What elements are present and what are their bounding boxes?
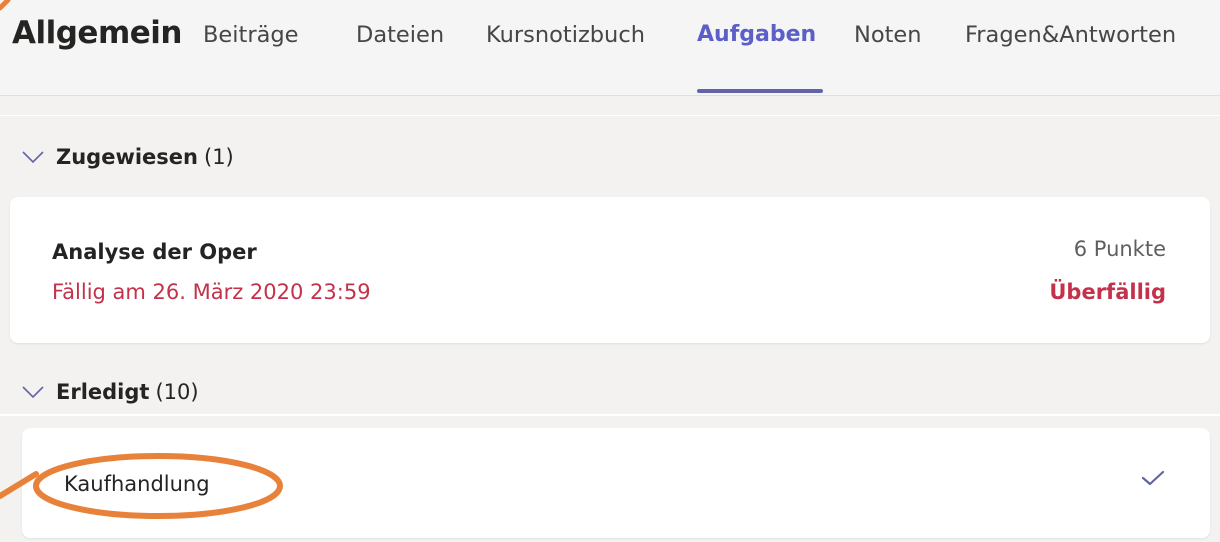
section-assigned-header[interactable]: Zugewiesen (1)	[22, 145, 234, 169]
header-divider	[0, 96, 1220, 116]
checkmark-icon	[1142, 470, 1164, 486]
tab-posts[interactable]: Beiträge	[203, 22, 299, 48]
assignment-card[interactable]: Analyse der Oper Fällig am 26. März 2020…	[10, 197, 1210, 343]
tab-files[interactable]: Dateien	[356, 22, 444, 48]
section-done-count: (10)	[155, 380, 199, 404]
section-assigned-title: Zugewiesen	[56, 145, 198, 169]
assignment-status-badge: Überfällig	[1049, 280, 1166, 304]
section-done-title: Erledigt	[56, 380, 150, 404]
channel-header: Allgemein Beiträge Dateien Kursnotizbuch…	[0, 0, 1220, 96]
chevron-down-icon	[22, 386, 44, 399]
assignment-due-date: Fällig am 26. März 2020 23:59	[52, 280, 371, 304]
section-assigned-count: (1)	[204, 145, 234, 169]
assignments-page: Allgemein Beiträge Dateien Kursnotizbuch…	[0, 0, 1220, 542]
channel-title: Allgemein	[12, 15, 182, 51]
section-done-header[interactable]: Erledigt (10)	[22, 380, 199, 404]
tab-class-notebook[interactable]: Kursnotizbuch	[486, 22, 645, 48]
completed-assignment-card[interactable]: Kaufhandlung	[22, 428, 1210, 538]
tab-assignments[interactable]: Aufgaben	[697, 22, 816, 47]
active-tab-indicator	[697, 89, 823, 93]
completed-assignment-title: Kaufhandlung	[64, 472, 210, 496]
chevron-down-icon	[22, 151, 44, 164]
tab-questions-answers[interactable]: Fragen&Antworten	[965, 22, 1176, 48]
assignment-title: Analyse der Oper	[52, 240, 257, 264]
section-divider	[0, 414, 1220, 416]
assignment-points: 6 Punkte	[1073, 237, 1166, 261]
tab-grades[interactable]: Noten	[854, 22, 922, 48]
